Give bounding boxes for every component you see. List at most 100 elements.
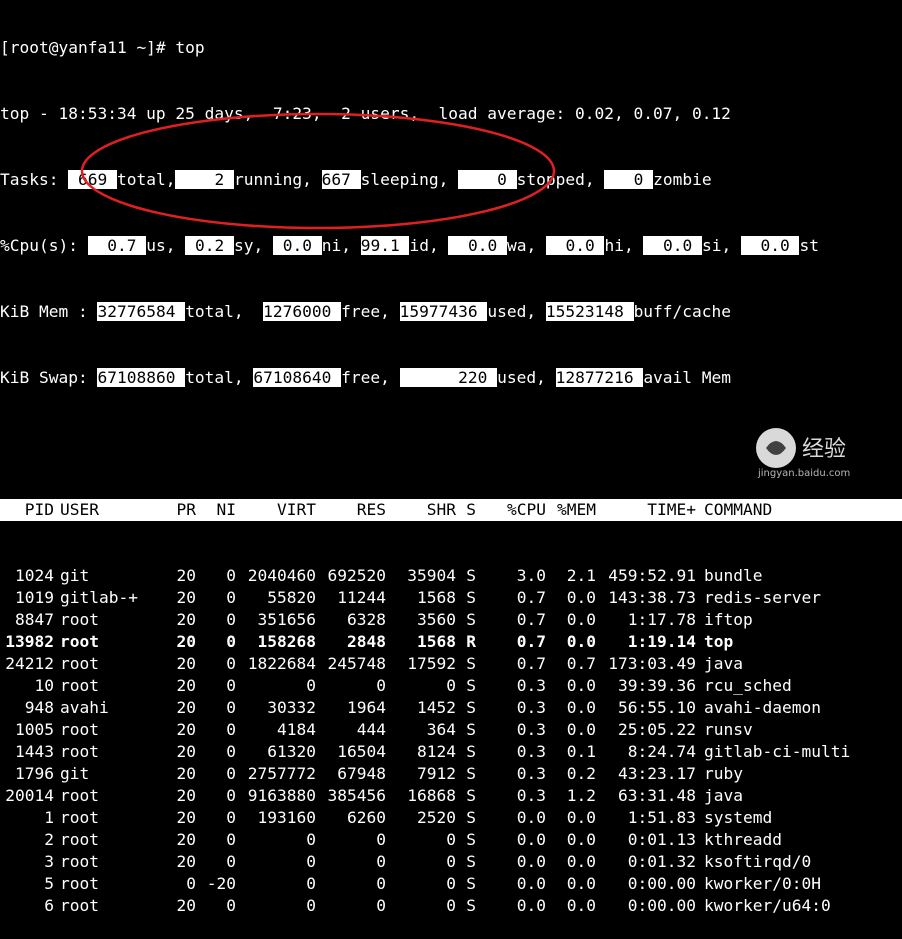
swap-used: 220 [399, 368, 498, 387]
cell-mem: 0.0 [566, 588, 596, 607]
cell-pr: 20 [176, 698, 197, 717]
cell-res: 16504 [337, 742, 386, 761]
col-pr: PR [176, 500, 197, 519]
cell-command: avahi-daemon [704, 698, 821, 717]
table-row[interactable]: 1024 git 20 0 2040460 692520 35904 S 3.0 2.1 459:5… [0, 565, 902, 587]
cpu-ni-label: ni, [321, 236, 351, 255]
cell-user: git [60, 566, 90, 585]
swap-free: 67108640 [253, 368, 342, 387]
cell-res: 385456 [327, 786, 386, 805]
table-row[interactable]: 24212 root 20 0 1822684 245748 17592 S 0.7 0.7 173… [0, 653, 902, 675]
uptime-text: top - 18:53:34 up 25 days, 7:23, 2 users… [0, 104, 731, 123]
cell-command: systemd [704, 808, 773, 827]
col-time: TIME+ [647, 500, 696, 519]
cell-user: git [60, 764, 90, 783]
cell-pid: 5 [44, 874, 54, 893]
cell-virt: 2757772 [247, 764, 316, 783]
cell-pr: 20 [176, 566, 197, 585]
cell-virt: 61320 [267, 742, 316, 761]
cell-shr: 16868 [407, 786, 456, 805]
cell-cpu: 0.3 [516, 786, 546, 805]
cell-mem: 0.0 [566, 676, 596, 695]
col-s: S [466, 500, 476, 519]
table-row[interactable]: 948 avahi 20 0 30332 1964 1452 S 0.3 0.0 56:55.10 a… [0, 697, 902, 719]
cell-command: kworker/0:0H [704, 874, 821, 893]
watermark-sub: jingyan.baidu.com [757, 468, 850, 479]
cpu-ni: 0.0 [272, 236, 322, 255]
table-row[interactable]: 1 root 20 0 193160 6260 2520 S 0.0 0.0 1:51.83 syst… [0, 807, 902, 829]
cell-command: iftop [704, 610, 753, 629]
cell-pid: 1796 [15, 764, 54, 783]
cell-command: gitlab-ci-multi [704, 742, 851, 761]
cell-ni: -20 [206, 874, 236, 893]
cell-res: 0 [376, 676, 386, 695]
cell-pid: 20014 [5, 786, 54, 805]
cell-pid: 6 [44, 896, 54, 915]
cell-user: root [60, 852, 99, 871]
cell-mem: 0.0 [566, 632, 596, 651]
cell-mem: 2.1 [566, 566, 596, 585]
table-row[interactable]: 13982 root 20 0 158268 2848 1568 R 0.7 0.0 1:19.14… [0, 631, 902, 653]
cell-state: S [466, 874, 476, 893]
cell-command: redis-server [704, 588, 821, 607]
process-table-body[interactable]: 1024 git 20 0 2040460 692520 35904 S 3.0 2.1 459:5… [0, 565, 902, 917]
col-shr: SHR [426, 500, 456, 519]
cell-cpu: 0.3 [516, 742, 546, 761]
table-row[interactable]: 20014 root 20 0 9163880 385456 16868 S 0.3 1.2 63:… [0, 785, 902, 807]
table-row[interactable]: 5 root 0 -20 0 0 0 S 0.0 0.0 0:00.00 kworker/0:0H [0, 873, 902, 895]
table-row[interactable]: 8847 root 20 0 351656 6328 3560 S 0.7 0.0 1:17.78 i… [0, 609, 902, 631]
cell-time: 25:05.22 [618, 720, 696, 739]
cpu-id-label: id, [409, 236, 439, 255]
mem-line: KiB Mem : 32776584 total, 1276000 free, … [0, 301, 902, 323]
table-row[interactable]: 10 root 20 0 0 0 0 S 0.3 0.0 39:39.36 rcu_sched [0, 675, 902, 697]
cell-virt: 0 [306, 874, 316, 893]
cell-res: 692520 [327, 566, 386, 585]
prompt-line: [root@yanfa11 ~]# top [0, 37, 902, 59]
cell-command: ksoftirqd/0 [704, 852, 812, 871]
table-row[interactable]: 1019 gitlab-+ 20 0 55820 11244 1568 S 0.7 0.0 143:… [0, 587, 902, 609]
cell-command: java [704, 786, 743, 805]
cell-ni: 0 [226, 808, 236, 827]
cell-user: gitlab-+ [60, 588, 138, 607]
tasks-stopped: 0 [458, 170, 517, 189]
cell-mem: 0.1 [566, 742, 596, 761]
col-cpu: %CPU [507, 500, 546, 519]
cell-virt: 4184 [277, 720, 316, 739]
table-row[interactable]: 1443 root 20 0 61320 16504 8124 S 0.3 0.1 8:24.74 g… [0, 741, 902, 763]
mem-free: 1276000 [263, 302, 342, 321]
col-mem: %MEM [557, 500, 596, 519]
cell-mem: 0.0 [566, 830, 596, 849]
cell-command: java [704, 654, 743, 673]
cell-ni: 0 [226, 742, 236, 761]
cell-shr: 0 [446, 676, 456, 695]
cell-ni: 0 [226, 786, 236, 805]
cell-mem: 1.2 [566, 786, 596, 805]
cell-cpu: 0.0 [516, 830, 546, 849]
cell-time: 0:00.00 [627, 874, 696, 893]
cpu-si-label: si, [701, 236, 732, 255]
cell-pid: 13982 [5, 632, 54, 651]
mem-used: 15977436 [399, 302, 488, 321]
cell-mem: 0.0 [566, 698, 596, 717]
cell-cpu: 3.0 [516, 566, 546, 585]
cell-pr: 20 [176, 742, 197, 761]
tasks-stopped-label: stopped, [516, 170, 595, 189]
cell-time: 1:19.14 [627, 632, 696, 651]
cpu-wa: 0.0 [448, 236, 507, 255]
cell-time: 173:03.49 [608, 654, 696, 673]
cell-virt: 2040460 [247, 566, 316, 585]
cell-res: 1964 [347, 698, 386, 717]
cell-pid: 1024 [15, 566, 54, 585]
cell-pr: 20 [176, 654, 197, 673]
table-row[interactable]: 2 root 20 0 0 0 0 S 0.0 0.0 0:01.13 kthreadd [0, 829, 902, 851]
cell-ni: 0 [226, 654, 236, 673]
col-command: COMMAND [704, 500, 773, 519]
table-row[interactable]: 1005 root 20 0 4184 444 364 S 0.3 0.0 25:05.22 runs… [0, 719, 902, 741]
cell-pid: 948 [24, 698, 54, 717]
mem-total: 32776584 [97, 302, 186, 321]
table-row[interactable]: 1796 git 20 0 2757772 67948 7912 S 0.3 0.2 43:23.1… [0, 763, 902, 785]
uptime-line: top - 18:53:34 up 25 days, 7:23, 2 users… [0, 103, 902, 125]
cpu-si: 0.0 [643, 236, 702, 255]
table-row[interactable]: 6 root 20 0 0 0 0 S 0.0 0.0 0:00.00 kworker/u64:0 [0, 895, 902, 917]
table-row[interactable]: 3 root 20 0 0 0 0 S 0.0 0.0 0:01.32 ksoftirqd/0 [0, 851, 902, 873]
